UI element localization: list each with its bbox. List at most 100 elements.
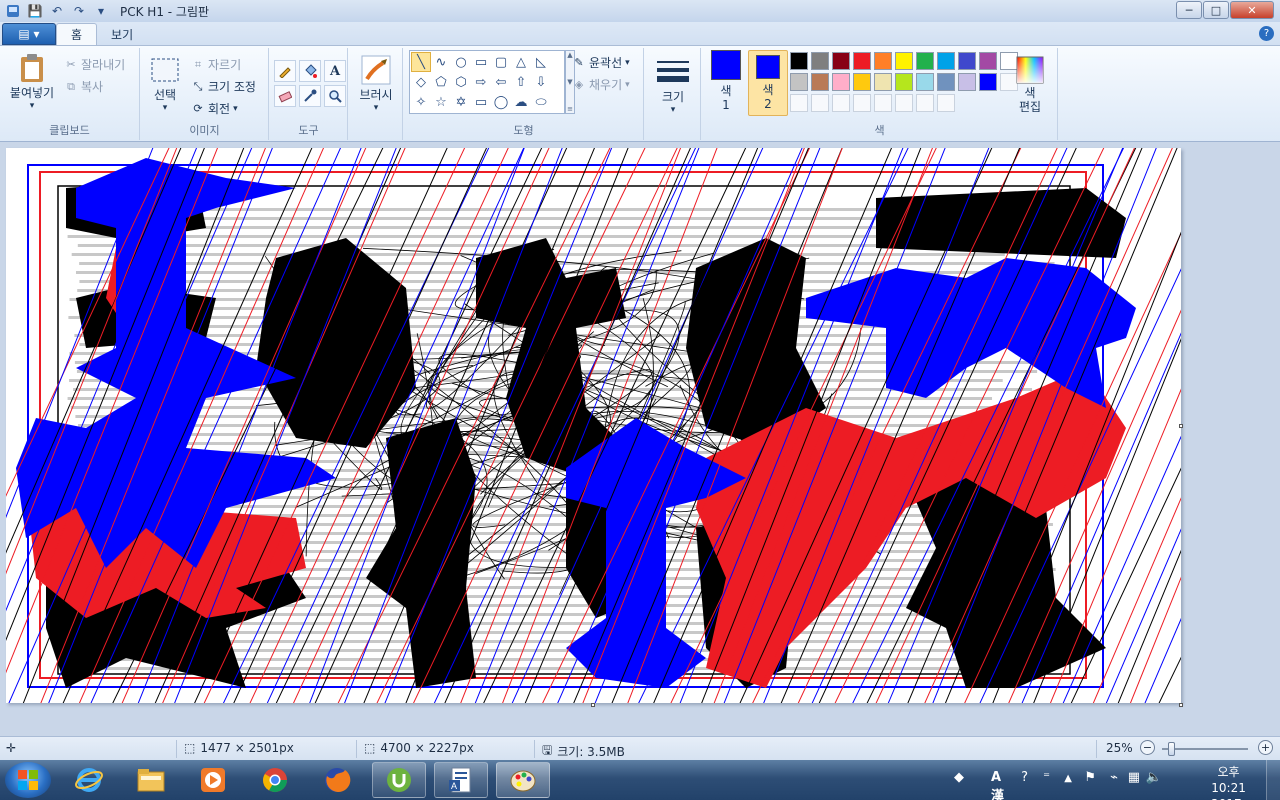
palette-color[interactable] — [916, 52, 934, 70]
zoom-in-button[interactable]: + — [1258, 740, 1273, 755]
minimize-button[interactable]: ─ — [1176, 1, 1202, 19]
close-button[interactable]: ✕ — [1230, 1, 1274, 19]
shape-option[interactable]: ⇨ — [471, 72, 491, 92]
paste-button[interactable]: 붙여넣기 ▾ — [6, 52, 58, 111]
tab-home[interactable]: 홈 — [56, 23, 98, 45]
select-button[interactable]: 선택 ▾ — [145, 54, 185, 113]
cut-button[interactable]: ✂ 잘라내기 — [64, 56, 125, 73]
paint-taskbar-icon[interactable] — [496, 762, 550, 798]
text-icon[interactable]: A — [324, 60, 346, 82]
palette-color[interactable] — [853, 52, 871, 70]
word-document-icon[interactable]: A — [434, 762, 488, 798]
resize-handle-right[interactable] — [1179, 424, 1183, 428]
palette-color[interactable] — [895, 52, 913, 70]
tab-view[interactable]: 보기 — [97, 23, 147, 45]
canvas-area[interactable] — [0, 143, 1280, 736]
shape-option[interactable]: ○ — [451, 52, 471, 72]
undo-icon[interactable]: ↶ — [48, 2, 66, 20]
drawing-canvas[interactable] — [6, 148, 1181, 703]
show-hidden-icons[interactable]: ▲ — [1064, 773, 1072, 784]
chrome-icon[interactable] — [248, 762, 302, 798]
ime-indicator[interactable]: A 漢 — [991, 770, 1004, 800]
action-center-icon[interactable]: ⚑ — [1084, 770, 1096, 785]
palette-custom-slot[interactable] — [853, 94, 871, 112]
show-desktop-button[interactable] — [1266, 760, 1280, 800]
palette-color[interactable] — [937, 73, 955, 91]
resize-handle-corner[interactable] — [1179, 703, 1183, 707]
usb-icon[interactable]: ⌁ — [1110, 770, 1118, 785]
palette-color[interactable] — [958, 73, 976, 91]
palette-color[interactable] — [895, 73, 913, 91]
shape-option[interactable]: ∿ — [431, 52, 451, 72]
shape-option[interactable]: ☆ — [431, 92, 451, 112]
shape-option[interactable]: ⬠ — [431, 72, 451, 92]
save-icon[interactable]: 💾 — [26, 2, 44, 20]
help-tray-icon[interactable]: ? — [1021, 770, 1028, 785]
palette-custom-slot[interactable] — [874, 94, 892, 112]
shape-option[interactable]: ☁ — [511, 92, 531, 112]
palette-color[interactable] — [937, 52, 955, 70]
color-picker-icon[interactable] — [299, 85, 321, 107]
file-explorer-icon[interactable] — [124, 762, 178, 798]
palette-color[interactable] — [916, 73, 934, 91]
palette-custom-slot[interactable] — [811, 94, 829, 112]
color2-button[interactable]: 색 2 — [748, 50, 788, 116]
copy-button[interactable]: ⧉ 복사 — [64, 78, 103, 95]
palette-color[interactable] — [979, 73, 997, 91]
shape-option[interactable]: △ — [511, 52, 531, 72]
start-button[interactable] — [5, 762, 51, 798]
outline-button[interactable]: ✎ 윤곽선 ▾ — [572, 54, 629, 71]
zoom-slider-thumb[interactable] — [1168, 742, 1175, 756]
palette-color[interactable] — [979, 52, 997, 70]
shape-option[interactable]: ▢ — [491, 52, 511, 72]
maximize-button[interactable]: □ — [1203, 1, 1229, 19]
palette-custom-slot[interactable] — [937, 94, 955, 112]
shape-option[interactable]: ▭ — [471, 92, 491, 112]
palette-color[interactable] — [790, 52, 808, 70]
palette-custom-slot[interactable] — [790, 94, 808, 112]
palette-color[interactable] — [832, 73, 850, 91]
crop-button[interactable]: ⌗ 자르기 — [191, 56, 241, 73]
firefox-icon[interactable] — [310, 762, 364, 798]
shape-option[interactable]: ✡ — [451, 92, 471, 112]
help-icon[interactable]: ? — [1259, 26, 1274, 41]
color1-button[interactable]: 색 1 — [706, 50, 746, 116]
resize-button[interactable]: ⤡ 크기 조정 — [191, 78, 256, 95]
ime-options-icon[interactable]: ⁼ — [1043, 770, 1050, 785]
shape-option[interactable]: ⇩ — [531, 72, 551, 92]
media-player-icon[interactable] — [186, 762, 240, 798]
customize-qat-icon[interactable]: ▾ — [92, 2, 110, 20]
utorrent-icon[interactable] — [372, 762, 426, 798]
magnifier-icon[interactable] — [324, 85, 346, 107]
palette-color[interactable] — [790, 73, 808, 91]
fill-bucket-icon[interactable] — [299, 60, 321, 82]
eraser-icon[interactable] — [274, 85, 296, 107]
palette-color[interactable] — [874, 73, 892, 91]
pencil-icon[interactable] — [274, 60, 296, 82]
palette-color[interactable] — [874, 52, 892, 70]
language-bar-icon[interactable]: ◆ — [954, 770, 964, 785]
palette-color[interactable] — [832, 52, 850, 70]
zoom-out-button[interactable]: − — [1140, 740, 1155, 755]
volume-icon[interactable]: 🔈 — [1146, 770, 1162, 785]
network-icon[interactable]: ▦ — [1128, 770, 1140, 785]
resize-handle-bottom[interactable] — [591, 703, 595, 707]
palette-custom-slot[interactable] — [895, 94, 913, 112]
edit-colors-button[interactable]: 색 편집 — [1012, 54, 1048, 114]
shape-option[interactable]: ⬭ — [531, 92, 551, 112]
size-button[interactable]: 크기 ▾ — [653, 56, 693, 115]
shape-option[interactable]: ◯ — [491, 92, 511, 112]
palette-custom-slot[interactable] — [916, 94, 934, 112]
shape-option[interactable]: ⇧ — [511, 72, 531, 92]
shape-option[interactable]: ◺ — [531, 52, 551, 72]
shape-option[interactable]: ▭ — [471, 52, 491, 72]
shape-option[interactable]: ◇ — [411, 72, 431, 92]
rotate-button[interactable]: ⟳ 회전 ▾ — [191, 100, 237, 117]
shape-option[interactable]: ⬡ — [451, 72, 471, 92]
fill-button[interactable]: ◈ 채우기 ▾ — [572, 76, 630, 93]
palette-custom-slot[interactable] — [832, 94, 850, 112]
palette-color[interactable] — [811, 52, 829, 70]
palette-color[interactable] — [958, 52, 976, 70]
brushes-button[interactable]: 브러시 ▾ — [355, 54, 397, 113]
paint-menu-button[interactable]: ▤ ▾ — [2, 23, 56, 45]
